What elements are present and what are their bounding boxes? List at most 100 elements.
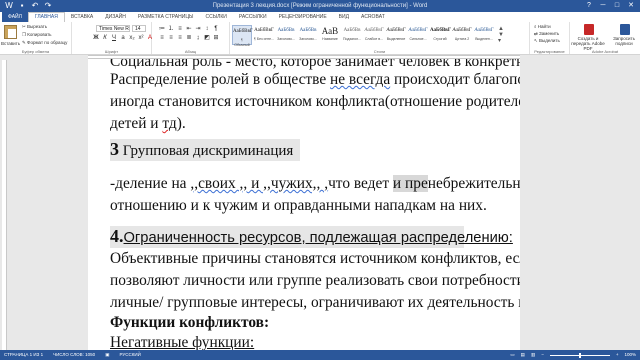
heading-group-discrimination: 3 Групповая дискриминация xyxy=(110,139,300,161)
clipboard-label: Буфер обмена xyxy=(21,49,50,54)
numbering-icon[interactable]: ⒈ xyxy=(167,25,175,33)
style-title[interactable]: АаВ Название xyxy=(320,25,340,45)
justified-text: позволяют личности или группе реализоват… xyxy=(110,272,520,289)
italic-button[interactable]: К xyxy=(101,34,109,42)
zoom-in-icon[interactable]: + xyxy=(616,350,619,360)
style-subtle-emphasis[interactable]: АаБбВвГ Слабое в... xyxy=(364,25,384,45)
zoom-level[interactable]: 100% xyxy=(624,350,636,360)
align-left-icon[interactable]: ≡ xyxy=(158,34,166,42)
spelling-flag: тд xyxy=(162,115,177,132)
align-right-icon[interactable]: ≡ xyxy=(176,34,184,42)
heading-functions: Функции конфликтов: xyxy=(110,314,270,331)
subscript-button[interactable]: x₂ xyxy=(128,34,136,42)
strikethrough-button[interactable]: a xyxy=(119,34,127,42)
tab-mailings[interactable]: РАССЫЛКИ xyxy=(233,12,273,22)
style-subtitle[interactable]: АаБбВв Подзагол... xyxy=(342,25,362,45)
pilcrow-icon[interactable]: ¶ xyxy=(212,25,220,33)
text-run: небрежительному xyxy=(427,175,520,192)
zoom-slider[interactable] xyxy=(549,352,610,358)
increase-indent-icon[interactable]: ⇥ xyxy=(194,25,202,33)
underline-button[interactable]: Ч xyxy=(110,34,118,42)
style-sample: АаВ xyxy=(321,26,339,36)
page-count[interactable]: СТРАНИЦА 1 ИЗ 1 xyxy=(4,350,43,360)
style-sample: АаБбВв xyxy=(299,28,317,33)
replace-button[interactable]: ⇄ Заменить xyxy=(534,31,559,37)
tab-insert[interactable]: ВСТАВКА xyxy=(65,12,99,22)
font-size-select[interactable]: 14 xyxy=(132,25,146,32)
tab-file[interactable]: ФАЙЛ xyxy=(2,12,28,22)
paste-icon[interactable] xyxy=(4,25,17,39)
create-pdf-icon[interactable] xyxy=(584,24,594,35)
paste-button[interactable]: Вставить xyxy=(1,41,20,46)
tab-acrobat[interactable]: ACROBAT xyxy=(355,12,391,22)
text-run: что ведет xyxy=(328,175,393,192)
print-layout-icon[interactable]: ▤ xyxy=(521,350,525,360)
window-controls: ? ─ □ ✕ xyxy=(582,0,638,12)
bullets-icon[interactable]: ≔ xyxy=(158,25,166,33)
style-normal[interactable]: АаБбВвГ ¶ Обычный xyxy=(232,25,253,47)
heading-number: 4. xyxy=(110,226,124,246)
text-run: происходит благополучно и xyxy=(394,71,520,88)
tab-review[interactable]: РЕЦЕНЗИРОВАНИЕ xyxy=(273,12,333,22)
status-left: СТРАНИЦА 1 ИЗ 1 ЧИСЛО СЛОВ: 1050 ▣ РУССК… xyxy=(4,350,141,360)
style-no-spacing[interactable]: АаБбВвГ ¶ Без инте... xyxy=(254,25,274,45)
web-layout-icon[interactable]: ▥ xyxy=(531,350,535,360)
zoom-out-icon[interactable]: − xyxy=(541,350,544,360)
borders-icon[interactable]: ⊞ xyxy=(212,34,220,42)
bold-button[interactable]: Ж xyxy=(92,34,100,42)
style-quote[interactable]: АаБбВвГ Цитата 2 xyxy=(452,25,472,45)
close-button[interactable]: ✕ xyxy=(624,0,638,12)
help-icon[interactable]: ? xyxy=(582,0,596,12)
align-center-icon[interactable]: ≡ xyxy=(167,34,175,42)
proofing-icon[interactable]: ▣ xyxy=(105,350,109,360)
word-count[interactable]: ЧИСЛО СЛОВ: 1050 xyxy=(53,350,95,360)
ribbon-tabs: ФАЙЛ ГЛАВНАЯ ВСТАВКА ДИЗАЙН РАЗМЕТКА СТР… xyxy=(0,12,640,22)
style-sample: АаБбВвГ xyxy=(430,28,452,33)
cut-button[interactable]: ✂ Вырезать xyxy=(22,24,47,30)
sort-icon[interactable]: ↕ xyxy=(203,25,211,33)
copy-button[interactable]: ❐ Копировать xyxy=(22,32,52,38)
multilevel-icon[interactable]: ≡ xyxy=(176,25,184,33)
style-sample: АаБбВв xyxy=(343,28,361,33)
style-emphasis[interactable]: АаБбВвГ Выделение xyxy=(386,25,406,45)
superscript-button[interactable]: x² xyxy=(137,34,145,42)
heading-negative-functions: Негативные функции: xyxy=(110,334,255,350)
style-strong[interactable]: АаБбВвГ Строгий xyxy=(430,25,452,45)
request-signature-icon[interactable] xyxy=(620,24,630,35)
format-painter-button[interactable]: ✎ Формат по образцу xyxy=(22,40,67,46)
cut-label: Вырезать xyxy=(27,24,48,29)
tab-design[interactable]: ДИЗАЙН xyxy=(99,12,132,22)
tab-home[interactable]: ГЛАВНАЯ xyxy=(27,12,65,22)
styles-scroll[interactable]: ▲ ▼ ▾ xyxy=(498,26,504,44)
tab-references[interactable]: ССЫЛКИ xyxy=(199,12,232,22)
shading-icon[interactable]: ◩ xyxy=(203,34,211,42)
vertical-ruler[interactable] xyxy=(2,60,7,350)
font-name-select[interactable]: Times New R xyxy=(96,25,130,32)
document-page[interactable]: Социальная роль - место, которое занимае… xyxy=(88,59,520,350)
styles-label: Стили xyxy=(373,49,386,54)
style-intense-quote[interactable]: АаБбВвГ Выделен... xyxy=(474,25,494,45)
style-intense-emphasis[interactable]: АаБбВвГ Сильное... xyxy=(408,25,428,45)
heading-number: 3 xyxy=(110,139,119,159)
style-sample: АаБбВвГ xyxy=(452,28,472,33)
minimize-button[interactable]: ─ xyxy=(596,0,610,12)
maximize-button[interactable]: □ xyxy=(610,0,624,12)
line-spacing-icon[interactable]: ↨ xyxy=(194,34,202,42)
style-name: Цитата 2 xyxy=(454,37,470,41)
read-mode-icon[interactable]: ▭ xyxy=(510,350,514,360)
status-bar: СТРАНИЦА 1 ИЗ 1 ЧИСЛО СЛОВ: 1050 ▣ РУССК… xyxy=(0,350,640,360)
tab-layout[interactable]: РАЗМЕТКА СТРАНИЦЫ xyxy=(132,12,200,22)
tab-view[interactable]: ВИД xyxy=(333,12,355,22)
request-signature-button[interactable]: Запросить подписи xyxy=(608,36,640,46)
language[interactable]: РУССКИЙ xyxy=(119,350,140,360)
justify-icon[interactable]: ≣ xyxy=(185,34,193,42)
style-heading-2[interactable]: АаБбВв Заголово... xyxy=(298,25,318,45)
style-heading-1[interactable]: АаБбВв Заголово... xyxy=(276,25,296,45)
style-sample: АаБбВвГ xyxy=(386,28,406,33)
decrease-indent-icon[interactable]: ⇤ xyxy=(185,25,193,33)
select-button[interactable]: ↖ Выделить xyxy=(534,38,560,44)
doc-line: иногда становится источником конфликта(о… xyxy=(110,93,520,110)
style-sample: АаБбВвГ xyxy=(408,28,428,33)
find-button[interactable]: ⌕ Найти xyxy=(534,24,551,29)
style-name: ¶ Без инте... xyxy=(254,37,274,41)
